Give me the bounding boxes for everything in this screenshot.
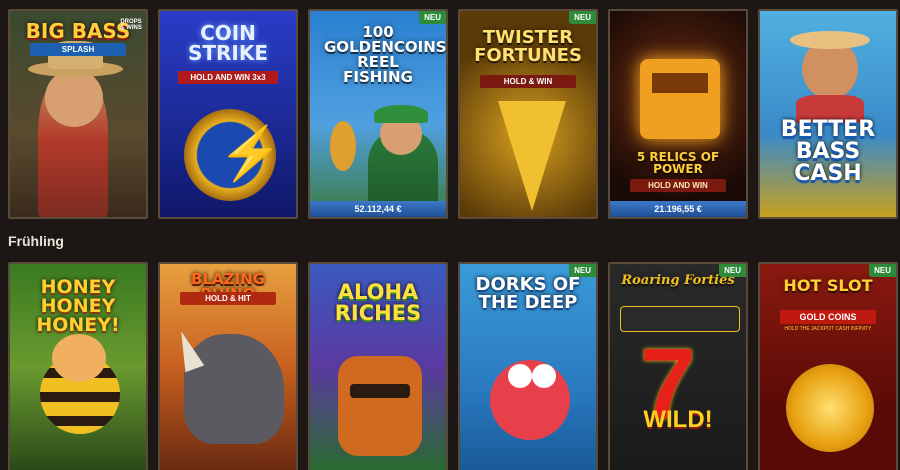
game-title: TWISTER FORTUNES <box>474 27 582 66</box>
new-badge: NEU <box>569 11 596 24</box>
game-tagline: DROPS & WINS <box>120 19 142 31</box>
game-row-spring: HONEY HONEY HONEY! BLAZING RHINO HOLD & … <box>0 262 900 470</box>
game-artwork: 7 <box>610 264 746 470</box>
new-badge: NEU <box>719 264 746 277</box>
jackpot-amount: 52.112,44 € <box>310 201 446 217</box>
game-tile-dorks-of-the-deep[interactable]: DORKS OF THE DEEP NEU <box>458 262 598 470</box>
game-tile-blazing-rhino[interactable]: BLAZING RHINO HOLD & HIT <box>158 262 298 470</box>
section-title: Frühling <box>8 233 64 249</box>
game-title: DORKS OF THE DEEP <box>475 274 581 313</box>
game-subtitle: GOLD COINS <box>780 310 876 324</box>
game-subtitle: SPLASH <box>30 43 126 56</box>
game-subtitle: HOLD & WIN <box>480 75 576 88</box>
new-badge: NEU <box>869 264 896 277</box>
game-title: 100 GOLDENCOINS REEL FISHING <box>324 23 447 86</box>
new-badge: NEU <box>569 264 596 277</box>
game-tile-twister-fortunes[interactable]: TWISTER FORTUNES HOLD & WIN NEU <box>458 9 598 219</box>
game-title: ALOHA RICHES <box>334 280 422 325</box>
game-tagline: HOLD THE JACKPOT CASH INFINITY <box>784 326 872 332</box>
game-artwork <box>760 11 896 217</box>
game-tile-relics-of-power[interactable]: 5 RELICS OF POWER HOLD AND WIN 21.196,55… <box>608 9 748 219</box>
game-title: COIN STRIKE <box>187 21 269 65</box>
game-tile-aloha-riches[interactable]: ALOHA RICHES <box>308 262 448 470</box>
game-tile-roaring-forties[interactable]: 7 Roaring Forties WILD! NEU <box>608 262 748 470</box>
new-badge: NEU <box>419 11 446 24</box>
jackpot-amount: 21.196,55 € <box>610 201 746 217</box>
game-row-featured: BIG BASS SPLASH DROPS & WINS ⚡ COIN STRI… <box>0 9 900 219</box>
game-tile-reel-fishing[interactable]: 100 GOLDENCOINS REEL FISHING NEU 52.112,… <box>308 9 448 219</box>
game-subtitle: HOLD AND WIN 3x3 <box>178 71 278 84</box>
game-subtitle: HOLD AND WIN <box>630 179 726 192</box>
game-tile-honey-honey-honey[interactable]: HONEY HONEY HONEY! <box>8 262 148 470</box>
game-tile-big-bass-splash[interactable]: BIG BASS SPLASH DROPS & WINS <box>8 9 148 219</box>
game-title: HOT SLOT <box>783 276 873 295</box>
game-tile-better-bass-cash[interactable]: BETTER BASS CASH <box>758 9 898 219</box>
game-title: BETTER BASS CASH <box>780 117 876 186</box>
game-title: 5 RELICS OF POWER <box>636 150 720 176</box>
game-subtitle: WILD! <box>643 406 713 433</box>
game-tile-coin-strike[interactable]: ⚡ COIN STRIKE HOLD AND WIN 3x3 <box>158 9 298 219</box>
lightning-icon: ⚡ <box>218 125 283 183</box>
game-subtitle: HOLD & HIT <box>180 292 276 305</box>
game-title: HONEY HONEY HONEY! <box>36 276 120 336</box>
game-tile-hot-slot-gold-coins[interactable]: HOT SLOT GOLD COINS HOLD THE JACKPOT CAS… <box>758 262 898 470</box>
